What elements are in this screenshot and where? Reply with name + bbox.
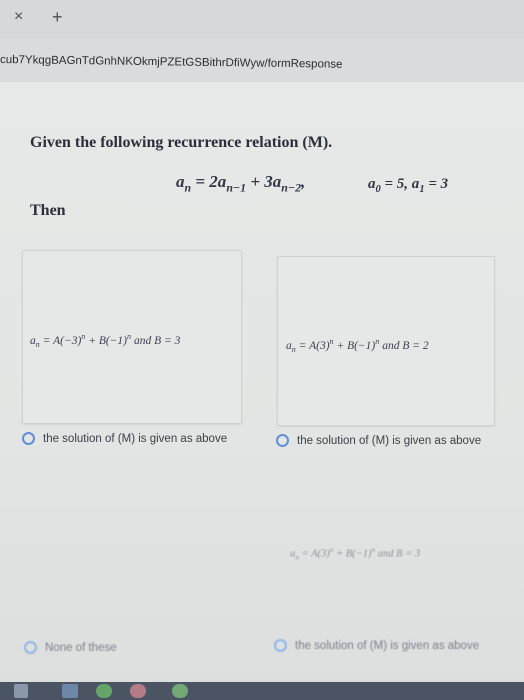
option-4-label: the solution of (M) is given as above: [295, 639, 480, 652]
question-intro: Given the following recurrence relation …: [30, 134, 333, 151]
form-page: Given the following recurrence relation …: [0, 82, 524, 682]
option-3-radio[interactable]: [24, 641, 37, 654]
option-2-radio-row[interactable]: the solution of (M) is given as above: [276, 434, 481, 447]
app-icon[interactable]: [130, 684, 146, 698]
taskbar: [0, 682, 524, 700]
option-2-label: the solution of (M) is given as above: [297, 434, 482, 447]
option-4-radio[interactable]: [274, 639, 287, 652]
option-1-label: the solution of (M) is given as above: [43, 432, 228, 445]
option-3-radio-row[interactable]: None of these: [24, 641, 117, 654]
browser-tab-bar: × +: [0, 0, 524, 38]
address-bar[interactable]: cub7YkqgBAGnTdGnhNKOkmjPZEtGSBithrDfiWyw…: [0, 38, 524, 90]
option-1-expression: an = A(−3)n + B(−1)n and B = 3: [30, 332, 181, 350]
file-explorer-icon[interactable]: [62, 684, 78, 698]
chrome-icon[interactable]: [96, 684, 112, 698]
option-1-radio[interactable]: [22, 432, 35, 445]
initial-conditions: a0 = 5, a1 = 3: [368, 176, 449, 195]
url-text[interactable]: cub7YkqgBAGnTdGnhNKOkmjPZEtGSBithrDfiWyw…: [0, 54, 343, 71]
option-1-radio-row[interactable]: the solution of (M) is given as above: [22, 432, 227, 445]
option-2-expression: an = A(3)n + B(−1)n and B = 2: [286, 337, 429, 355]
option-4-expression: an = A(3)n + B(−1)n and B = 3: [290, 545, 421, 562]
option-3-label: None of these: [45, 641, 117, 654]
recurrence-equation: an = 2an−1 + 3an−2,: [176, 172, 306, 195]
close-tab-icon[interactable]: ×: [14, 8, 23, 26]
new-tab-icon[interactable]: +: [52, 7, 63, 28]
then-label: Then: [30, 202, 66, 219]
option-4-radio-row[interactable]: the solution of (M) is given as above: [274, 639, 479, 652]
start-icon[interactable]: [14, 684, 28, 698]
browser-icon[interactable]: [172, 684, 188, 698]
option-2-radio[interactable]: [276, 434, 289, 447]
